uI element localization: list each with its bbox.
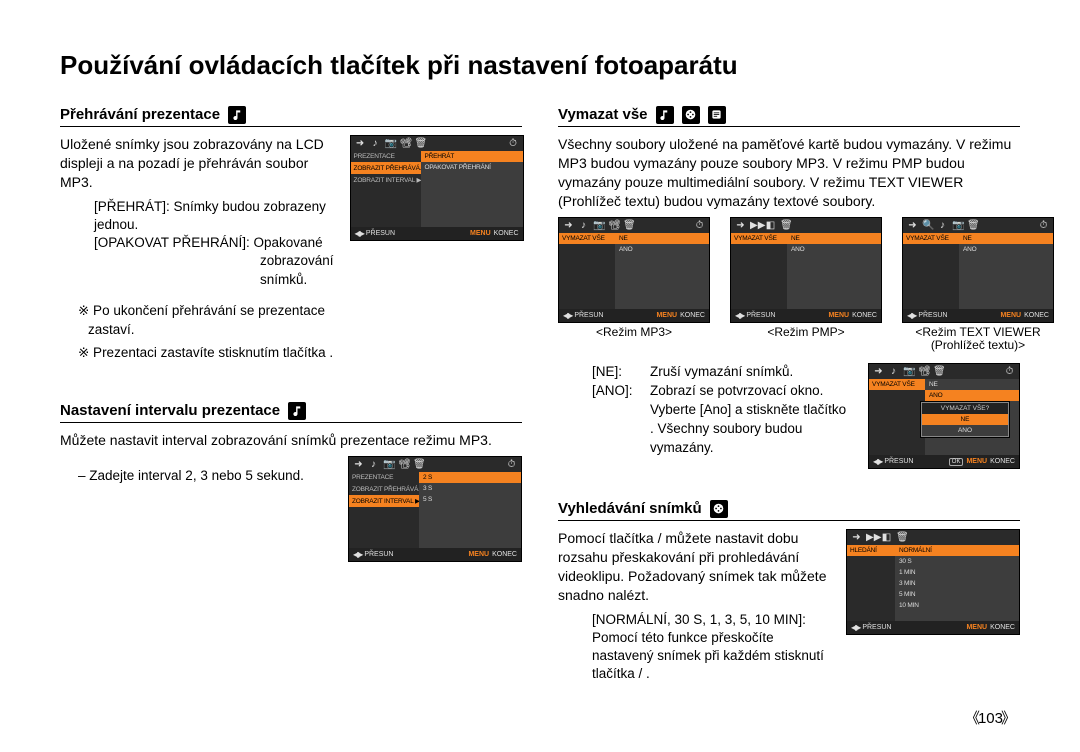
section-label: Nastavení intervalu prezentace	[60, 402, 280, 419]
music-note-icon	[656, 106, 674, 124]
section-intro: Všechny soubory uložené na paměťové kart…	[558, 135, 1020, 211]
left-column: Přehrávání prezentace Uložené snímky jso…	[60, 105, 522, 684]
lcd-screenshot-confirm: ♪📷📽🗑⏱ VYMAZAT VŠE NE ANO VYMAZAT VŠE? NE	[868, 363, 1020, 469]
confirm-dialog: VYMAZAT VŠE? NE ANO	[921, 402, 1009, 437]
arrows-icon	[873, 457, 881, 466]
section-label: Přehrávání prezentace	[60, 106, 220, 123]
lcd-screenshot-pmp: ▶▶◧🗑 VYMAZAT VŠE NE ANO PŘESUN	[730, 217, 882, 323]
page-title: Používání ovládacích tlačítek při nastav…	[60, 50, 1020, 81]
section-label: Vymazat vše	[558, 106, 648, 123]
lcd-screenshot-search: ▶▶◧🗑 HLEDÁNÍ NORMÁLNÍ 30 S 1 MIN 3 MIN 5…	[846, 529, 1020, 635]
section-intro: Uložené snímky jsou zobrazovány na LCD d…	[60, 135, 334, 192]
film-icon	[682, 106, 700, 124]
section-delete-all-title: Vymazat vše	[558, 105, 1020, 127]
arrows-icon	[355, 229, 363, 238]
text-viewer-icon	[708, 106, 726, 124]
section-intro: Pomocí tlačítka / můžete nastavit dobu r…	[558, 529, 830, 605]
music-note-icon	[288, 402, 306, 420]
mode-label: <Režim MP3>	[596, 326, 672, 340]
arrows-icon	[563, 311, 571, 320]
section-slideshow-interval-title: Nastavení intervalu prezentace	[60, 401, 522, 423]
ok-icon: OK	[949, 458, 964, 466]
arrows-icon	[735, 311, 743, 320]
right-column: Vymazat vše Všechny soubory uložené na p…	[558, 105, 1020, 684]
page-number: 103	[965, 707, 1016, 728]
arrows-icon	[851, 623, 859, 632]
mode-label: <Režim PMP>	[767, 326, 844, 340]
arrows-icon	[907, 311, 915, 320]
lcd-screenshot: ♪📷📽🗑⏱ PREZENTACE ZOBRAZIT PŘEHRÁVÁ.▶ ZOB…	[350, 135, 524, 241]
lcd-screenshot-textviewer: 🔍♪📷🗑⏱ VYMAZAT VŠE NE ANO PŘESUN	[902, 217, 1054, 323]
mode-label: <Režim TEXT VIEWER (Prohlížeč textu)>	[902, 326, 1054, 354]
section-intro: Můžete nastavit interval zobrazování sní…	[60, 431, 522, 450]
section-label: Vyhledávání snímků	[558, 500, 702, 517]
bullet: – Zadejte interval 2, 3 nebo 5 sekund.	[78, 466, 332, 486]
film-icon	[710, 500, 728, 518]
music-note-icon	[228, 106, 246, 124]
bullet: ※ Po ukončení přehrávání se prezentace z…	[78, 301, 334, 340]
lcd-screenshot: ♪📷📽🗑⏱ PREZENTACE ZOBRAZIT PŘEHRÁVÁ.▶ ZOB…	[348, 456, 522, 562]
lcd-screenshot-mp3: ♪📷📽🗑⏱ VYMAZAT VŠE NE ANO PŘESUN	[558, 217, 710, 323]
bullet: ※ Prezentaci zastavíte stisknutím tlačít…	[78, 343, 334, 363]
section-slideshow-play-title: Přehrávání prezentace	[60, 105, 522, 127]
arrows-icon	[353, 550, 361, 559]
section-frame-search-title: Vyhledávání snímků	[558, 499, 1020, 521]
